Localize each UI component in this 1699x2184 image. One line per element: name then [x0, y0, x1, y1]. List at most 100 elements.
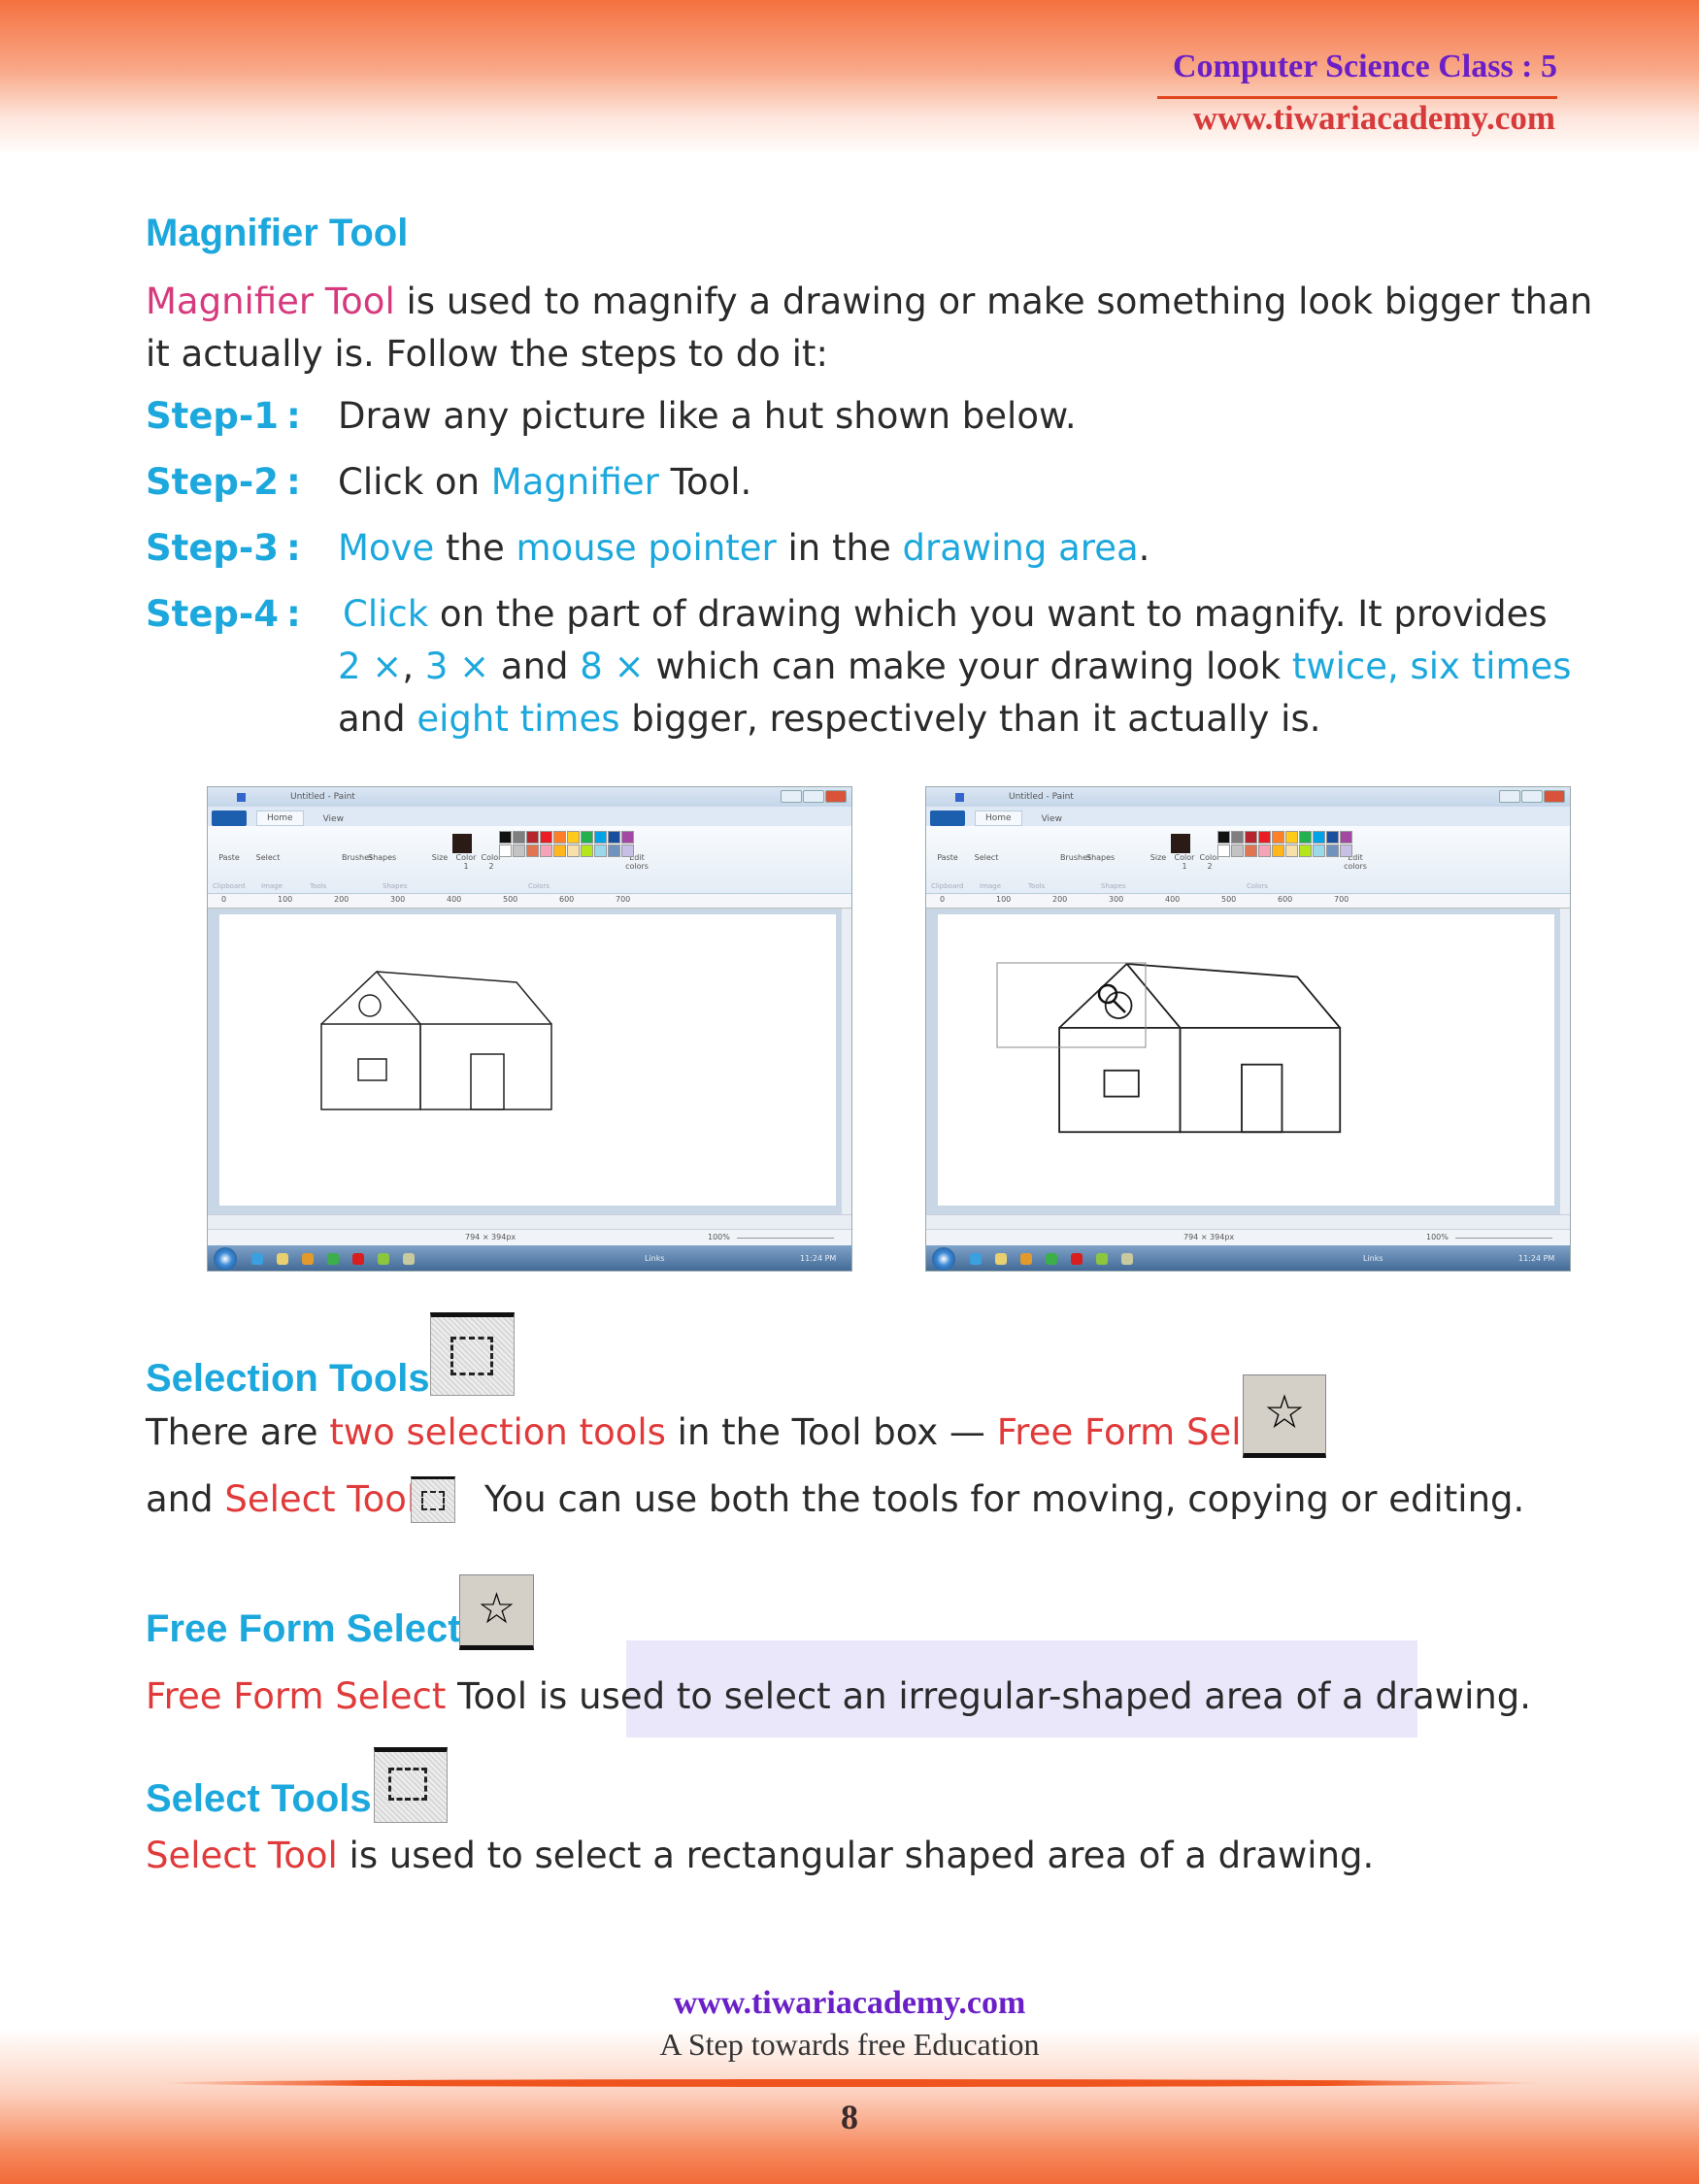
- tab-view[interactable]: View: [314, 812, 353, 826]
- palette-swatch[interactable]: [553, 831, 566, 844]
- taskbar-app-icon[interactable]: [302, 1253, 314, 1265]
- palette-swatch[interactable]: [526, 831, 539, 844]
- taskbar-app-icon[interactable]: [1071, 1253, 1083, 1265]
- taskbar-app-icon[interactable]: [1096, 1253, 1108, 1265]
- palette-swatch[interactable]: [1313, 831, 1325, 844]
- save-icon[interactable]: [237, 792, 246, 802]
- palette-swatch[interactable]: [608, 831, 620, 844]
- palette-swatch[interactable]: [1217, 844, 1230, 857]
- tab-home[interactable]: Home: [975, 811, 1022, 826]
- drawing-canvas[interactable]: [219, 914, 836, 1206]
- group-label: Image: [261, 882, 283, 890]
- palette-swatch[interactable]: [1313, 844, 1325, 857]
- minimize-button[interactable]: [1499, 790, 1520, 803]
- palette-swatch[interactable]: [567, 831, 580, 844]
- select-tools-line: Select Tool is used to select a rectangu…: [146, 1835, 1375, 1876]
- file-menu-button[interactable]: [212, 811, 247, 826]
- palette-swatch[interactable]: [1231, 831, 1244, 844]
- palette-swatch[interactable]: [1217, 831, 1230, 844]
- tool-select[interactable]: Select: [254, 853, 282, 862]
- start-button[interactable]: [214, 1247, 237, 1271]
- palette-swatch[interactable]: [1258, 831, 1271, 844]
- tab-home[interactable]: Home: [256, 811, 304, 826]
- taskbar-app-icon[interactable]: [403, 1253, 415, 1265]
- tool-color-1[interactable]: Color 1: [1171, 853, 1198, 871]
- palette-swatch[interactable]: [581, 844, 593, 857]
- tab-view[interactable]: View: [1032, 812, 1072, 826]
- palette-swatch[interactable]: [540, 831, 552, 844]
- maximize-button[interactable]: [1521, 790, 1543, 803]
- footer-website[interactable]: www.tiwariacademy.com: [0, 1985, 1699, 2022]
- start-button[interactable]: [932, 1247, 955, 1271]
- color1-swatch[interactable]: [1171, 834, 1190, 853]
- horizontal-scrollbar[interactable]: [208, 1214, 851, 1229]
- tool-brushes[interactable]: Brushes: [1060, 853, 1091, 862]
- close-button[interactable]: [825, 790, 847, 803]
- maximize-button[interactable]: [803, 790, 824, 803]
- taskbar-app-icon[interactable]: [1046, 1253, 1057, 1265]
- horizontal-scrollbar[interactable]: [926, 1214, 1570, 1229]
- taskbar-app-icon[interactable]: [327, 1253, 339, 1265]
- palette-swatch[interactable]: [499, 844, 512, 857]
- palette-swatch[interactable]: [594, 831, 607, 844]
- palette-swatch[interactable]: [1272, 831, 1284, 844]
- tool-brushes[interactable]: Brushes: [342, 853, 373, 862]
- minimize-button[interactable]: [781, 790, 802, 803]
- vertical-scrollbar[interactable]: [1560, 909, 1570, 1214]
- taskbar-app-icon[interactable]: [1121, 1253, 1133, 1265]
- palette-swatch[interactable]: [1245, 844, 1257, 857]
- tool-size[interactable]: Size: [1145, 853, 1172, 862]
- palette-swatch[interactable]: [513, 831, 525, 844]
- palette-swatch[interactable]: [594, 844, 607, 857]
- ruler-tick: 500: [1221, 895, 1237, 904]
- palette-swatch[interactable]: [1285, 831, 1298, 844]
- taskbar-app-icon[interactable]: [352, 1253, 364, 1265]
- palette-swatch[interactable]: [1326, 831, 1339, 844]
- palette-swatch[interactable]: [526, 844, 539, 857]
- tool-select[interactable]: Select: [973, 853, 1000, 862]
- palette-swatch[interactable]: [1340, 844, 1352, 857]
- tool-color-1[interactable]: Color 1: [452, 853, 480, 871]
- taskbar-app-icon[interactable]: [378, 1253, 389, 1265]
- save-icon[interactable]: [955, 792, 964, 802]
- taskbar-app-icon[interactable]: [251, 1253, 263, 1265]
- palette-swatch[interactable]: [1340, 831, 1352, 844]
- palette-swatch[interactable]: [1285, 844, 1298, 857]
- palette-swatch[interactable]: [1326, 844, 1339, 857]
- palette-swatch[interactable]: [513, 844, 525, 857]
- palette-swatch[interactable]: [581, 831, 593, 844]
- palette-swatch[interactable]: [621, 831, 634, 844]
- palette-swatch[interactable]: [621, 844, 634, 857]
- tool-size[interactable]: Size: [426, 853, 453, 862]
- drawing-canvas[interactable]: [938, 914, 1554, 1206]
- palette-swatch[interactable]: [1299, 831, 1312, 844]
- palette-swatch[interactable]: [1245, 831, 1257, 844]
- vertical-scrollbar[interactable]: [842, 909, 851, 1214]
- header-website[interactable]: www.tiwariacademy.com: [1193, 99, 1555, 138]
- taskbar-app-icon[interactable]: [995, 1253, 1007, 1265]
- tool-shapes[interactable]: Shapes: [368, 853, 396, 862]
- taskbar-app-icon[interactable]: [970, 1253, 982, 1265]
- free-form-select-icon: ☆: [459, 1574, 534, 1650]
- taskbar-app-icon[interactable]: [277, 1253, 288, 1265]
- tool-paste[interactable]: Paste: [216, 853, 243, 862]
- palette-swatch[interactable]: [499, 831, 512, 844]
- paint-screenshot-magnified: Untitled - Paint Home View Paste Select Brush…: [925, 786, 1571, 1272]
- ruler-tick: 300: [390, 895, 406, 904]
- palette-swatch[interactable]: [1299, 844, 1312, 857]
- palette-swatch[interactable]: [540, 844, 552, 857]
- palette-swatch[interactable]: [1258, 844, 1271, 857]
- color1-swatch[interactable]: [452, 834, 472, 853]
- tool-paste[interactable]: Paste: [934, 853, 961, 862]
- palette-swatch[interactable]: [608, 844, 620, 857]
- close-button[interactable]: [1544, 790, 1565, 803]
- palette-swatch[interactable]: [567, 844, 580, 857]
- file-menu-button[interactable]: [930, 811, 965, 826]
- palette-swatch[interactable]: [553, 844, 566, 857]
- taskbar-app-icon[interactable]: [1020, 1253, 1032, 1265]
- palette-swatch[interactable]: [1231, 844, 1244, 857]
- tool-shapes[interactable]: Shapes: [1086, 853, 1115, 862]
- palette-swatch[interactable]: [1272, 844, 1284, 857]
- zoom-slider[interactable]: [737, 1238, 834, 1239]
- zoom-slider[interactable]: [1455, 1238, 1552, 1239]
